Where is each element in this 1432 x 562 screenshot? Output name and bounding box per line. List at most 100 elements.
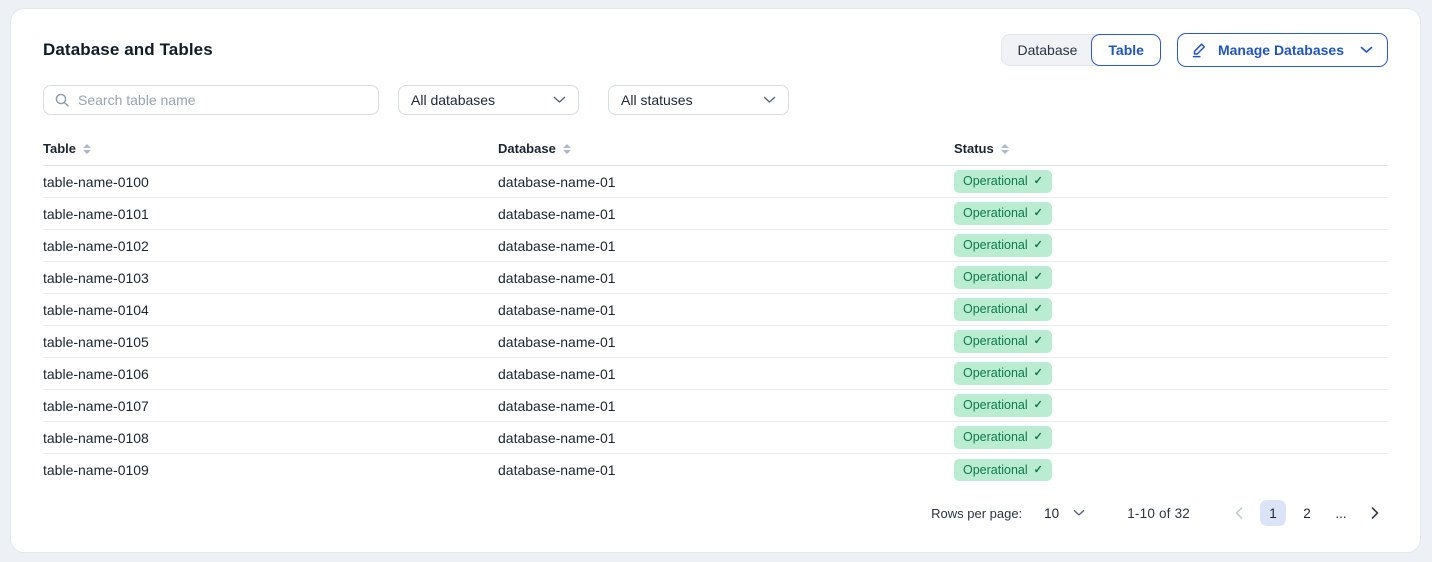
cell-table: table-name-0106: [43, 366, 498, 382]
column-header-status-label: Status: [954, 141, 994, 156]
header-actions: Database Table Manage Databases: [1001, 33, 1388, 67]
database-filter-value: All databases: [411, 92, 495, 108]
check-icon: ✓: [1034, 430, 1043, 444]
rows-per-page-value: 10: [1044, 506, 1059, 521]
cell-database: database-name-01: [498, 238, 954, 254]
table-row[interactable]: table-name-0104 database-name-01 Operati…: [43, 294, 1388, 326]
cell-status: Operational ✓: [954, 394, 1388, 416]
status-badge: Operational ✓: [954, 234, 1052, 256]
table-row[interactable]: table-name-0108 database-name-01 Operati…: [43, 422, 1388, 454]
page-button-1[interactable]: 1: [1260, 500, 1286, 526]
status-badge: Operational ✓: [954, 330, 1052, 352]
cell-database: database-name-01: [498, 206, 954, 222]
status-badge-label: Operational: [963, 301, 1028, 317]
cell-status: Operational ✓: [954, 234, 1388, 256]
tables-table: Table Database Status table-name-0100 da…: [43, 141, 1388, 486]
status-badge-label: Operational: [963, 269, 1028, 285]
table-row[interactable]: table-name-0109 database-name-01 Operati…: [43, 454, 1388, 486]
cell-status: Operational ✓: [954, 266, 1388, 288]
cell-table: table-name-0109: [43, 462, 498, 478]
column-header-table[interactable]: Table: [43, 141, 498, 156]
chevron-down-icon: [553, 96, 566, 104]
filter-bar: All databases All statuses: [43, 85, 1388, 115]
cell-table: table-name-0103: [43, 270, 498, 286]
view-toggle-database[interactable]: Database: [1002, 35, 1092, 65]
column-header-status[interactable]: Status: [954, 141, 1388, 156]
status-badge: Operational ✓: [954, 266, 1052, 288]
cell-table: table-name-0104: [43, 302, 498, 318]
database-tables-card: Database and Tables Database Table Manag…: [10, 8, 1421, 553]
cell-database: database-name-01: [498, 334, 954, 350]
table-row[interactable]: table-name-0105 database-name-01 Operati…: [43, 326, 1388, 358]
pagination-range: 1-10 of 32: [1127, 506, 1190, 521]
status-filter-value: All statuses: [621, 92, 693, 108]
sort-icon: [83, 144, 91, 154]
page-button-2[interactable]: 2: [1294, 500, 1320, 526]
status-badge-label: Operational: [963, 237, 1028, 253]
table-search[interactable]: [43, 85, 379, 115]
view-toggle-table[interactable]: Table: [1091, 34, 1161, 66]
rows-per-page-select[interactable]: 10: [1044, 506, 1085, 521]
chevron-down-icon: [1360, 46, 1373, 54]
search-icon: [54, 92, 70, 108]
chevron-down-icon: [763, 96, 776, 104]
cell-table: table-name-0101: [43, 206, 498, 222]
pager: 1 2 ...: [1226, 500, 1388, 526]
status-badge: Operational ✓: [954, 459, 1052, 481]
status-badge-label: Operational: [963, 397, 1028, 413]
status-badge: Operational ✓: [954, 362, 1052, 384]
table-row[interactable]: table-name-0103 database-name-01 Operati…: [43, 262, 1388, 294]
status-badge: Operational ✓: [954, 298, 1052, 320]
check-icon: ✓: [1034, 463, 1043, 477]
check-icon: ✓: [1034, 174, 1043, 188]
check-icon: ✓: [1034, 366, 1043, 380]
status-badge-label: Operational: [963, 365, 1028, 381]
check-icon: ✓: [1034, 398, 1043, 412]
cell-database: database-name-01: [498, 462, 954, 478]
check-icon: ✓: [1034, 238, 1043, 252]
prev-page-button[interactable]: [1226, 500, 1252, 526]
chevron-down-icon: [1073, 509, 1085, 517]
cell-table: table-name-0100: [43, 174, 498, 190]
manage-databases-button[interactable]: Manage Databases: [1177, 33, 1388, 67]
card-header: Database and Tables Database Table Manag…: [43, 33, 1388, 67]
check-icon: ✓: [1034, 270, 1043, 284]
status-badge-label: Operational: [963, 173, 1028, 189]
table-row[interactable]: table-name-0107 database-name-01 Operati…: [43, 390, 1388, 422]
cell-database: database-name-01: [498, 398, 954, 414]
status-filter-select[interactable]: All statuses: [608, 85, 789, 115]
cell-status: Operational ✓: [954, 298, 1388, 320]
search-input[interactable]: [78, 92, 368, 108]
table-row[interactable]: table-name-0106 database-name-01 Operati…: [43, 358, 1388, 390]
table-row[interactable]: table-name-0100 database-name-01 Operati…: [43, 166, 1388, 198]
cell-status: Operational ✓: [954, 426, 1388, 448]
status-badge: Operational ✓: [954, 202, 1052, 224]
cell-database: database-name-01: [498, 366, 954, 382]
table-row[interactable]: table-name-0101 database-name-01 Operati…: [43, 198, 1388, 230]
database-filter-select[interactable]: All databases: [398, 85, 579, 115]
column-header-database[interactable]: Database: [498, 141, 954, 156]
page-ellipsis-button[interactable]: ...: [1328, 500, 1354, 526]
cell-status: Operational ✓: [954, 459, 1388, 481]
check-icon: ✓: [1034, 302, 1043, 316]
table-row[interactable]: table-name-0102 database-name-01 Operati…: [43, 230, 1388, 262]
sort-icon: [1001, 144, 1009, 154]
cell-table: table-name-0108: [43, 430, 498, 446]
status-badge-label: Operational: [963, 462, 1028, 478]
manage-databases-label: Manage Databases: [1218, 42, 1344, 58]
status-badge-label: Operational: [963, 205, 1028, 221]
check-icon: ✓: [1034, 206, 1043, 220]
column-header-table-label: Table: [43, 141, 76, 156]
cell-table: table-name-0107: [43, 398, 498, 414]
next-page-button[interactable]: [1362, 500, 1388, 526]
status-badge-label: Operational: [963, 333, 1028, 349]
cell-database: database-name-01: [498, 174, 954, 190]
rows-per-page-label: Rows per page:: [931, 506, 1022, 521]
pagination-bar: Rows per page: 10 1-10 of 32 1 2 ...: [43, 500, 1388, 532]
cell-database: database-name-01: [498, 302, 954, 318]
edit-pencil-icon: [1190, 41, 1208, 59]
cell-status: Operational ✓: [954, 170, 1388, 192]
cell-status: Operational ✓: [954, 362, 1388, 384]
cell-table: table-name-0102: [43, 238, 498, 254]
table-body: table-name-0100 database-name-01 Operati…: [43, 166, 1388, 486]
